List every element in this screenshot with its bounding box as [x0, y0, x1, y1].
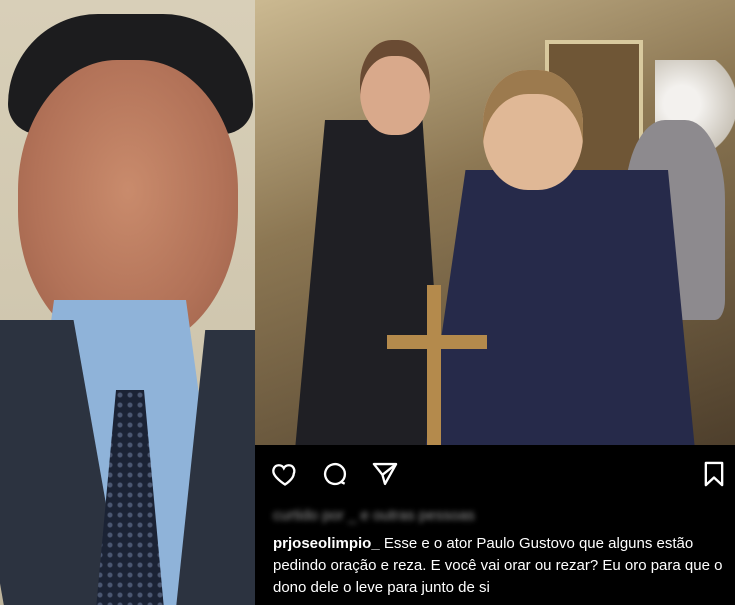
photo-pastor-portrait: [0, 0, 255, 605]
crucifix-horizontal: [387, 335, 487, 349]
post-actions: [270, 459, 400, 491]
person-actor-head: [483, 70, 583, 190]
heart-outline-icon[interactable]: [270, 459, 300, 489]
liked-by-text-blurred: curtido por _ e outras pessoas: [273, 507, 475, 524]
paper-plane-icon[interactable]: [370, 459, 400, 489]
crucifix-vertical: [427, 285, 441, 445]
person-actor-body: [425, 170, 695, 445]
comment-bubble-icon[interactable]: [320, 459, 350, 489]
bookmark-icon[interactable]: [699, 459, 729, 489]
post-caption: prjoseolimpio_ Esse e o ator Paulo Gusto…: [273, 533, 733, 599]
post-username[interactable]: prjoseolimpio_: [273, 535, 380, 552]
instagram-post-footer: curtido por _ e outras pessoas prjoseoli…: [255, 445, 735, 605]
person-man-suit-body: [295, 120, 445, 445]
photo-movie-scene: [255, 0, 735, 445]
person-man-suit-head: [360, 40, 430, 135]
